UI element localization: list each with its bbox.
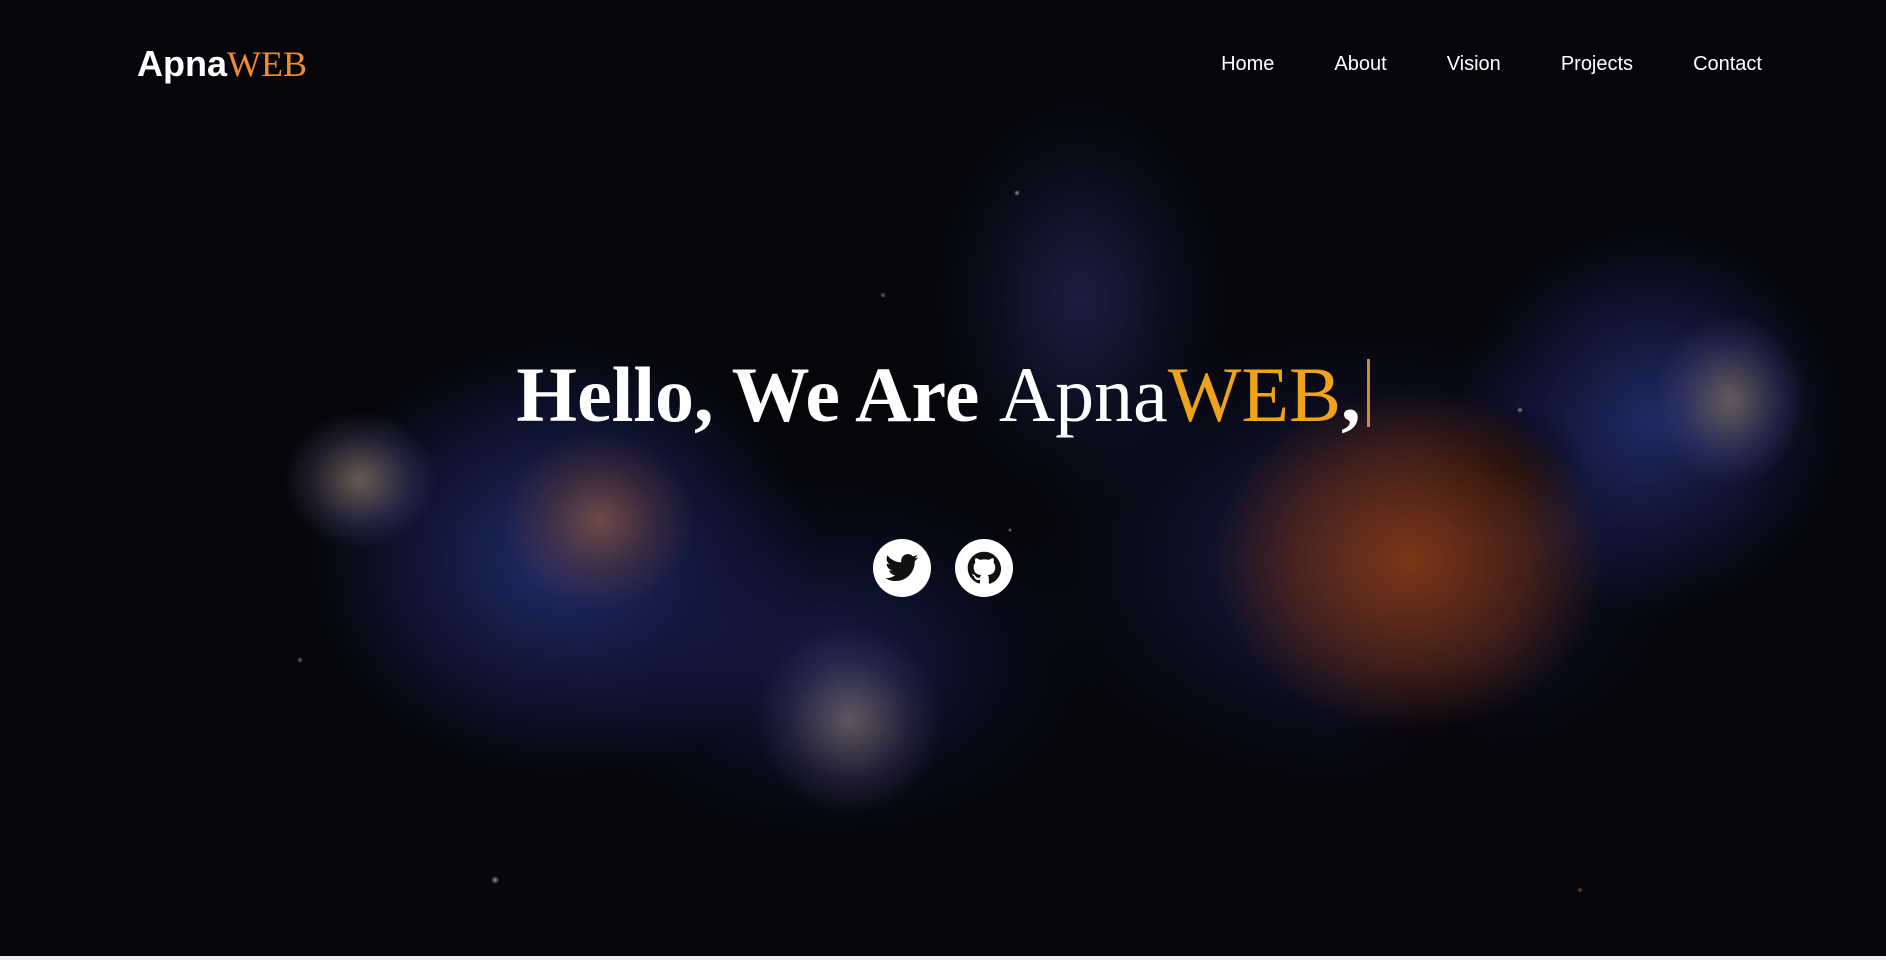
hero-greeting: Hello, We Are	[516, 351, 980, 438]
hero-heading: Hello, We Are ApnaWEB,	[0, 350, 1886, 440]
nav-link-home[interactable]: Home	[1221, 51, 1274, 77]
background-overlay	[0, 0, 1886, 960]
nav-link-projects[interactable]: Projects	[1561, 51, 1633, 77]
brand-logo-main: Apna	[137, 43, 227, 84]
nav-link-contact[interactable]: Contact	[1693, 51, 1762, 77]
hero-trailing-comma: ,	[1341, 351, 1361, 438]
twitter-button[interactable]	[873, 539, 931, 597]
typing-caret	[1366, 359, 1370, 427]
github-icon	[967, 551, 1001, 585]
hero-brand-main: Apna	[998, 351, 1168, 438]
social-links	[0, 539, 1886, 597]
github-button[interactable]	[955, 539, 1013, 597]
hero-brand-accent: WEB	[1167, 351, 1342, 438]
nav-link-vision[interactable]: Vision	[1447, 51, 1501, 77]
navbar: ApnaWEB Home About Vision Projects Conta…	[0, 0, 1886, 130]
landing-page: ApnaWEB Home About Vision Projects Conta…	[0, 0, 1886, 960]
twitter-icon	[885, 554, 919, 582]
nav-links: Home About Vision Projects Contact	[1161, 51, 1762, 77]
brand-logo-accent: WEB	[227, 44, 307, 84]
bottom-edge	[0, 956, 1886, 960]
nav-link-about[interactable]: About	[1334, 51, 1386, 77]
brand-logo[interactable]: ApnaWEB	[137, 42, 307, 86]
